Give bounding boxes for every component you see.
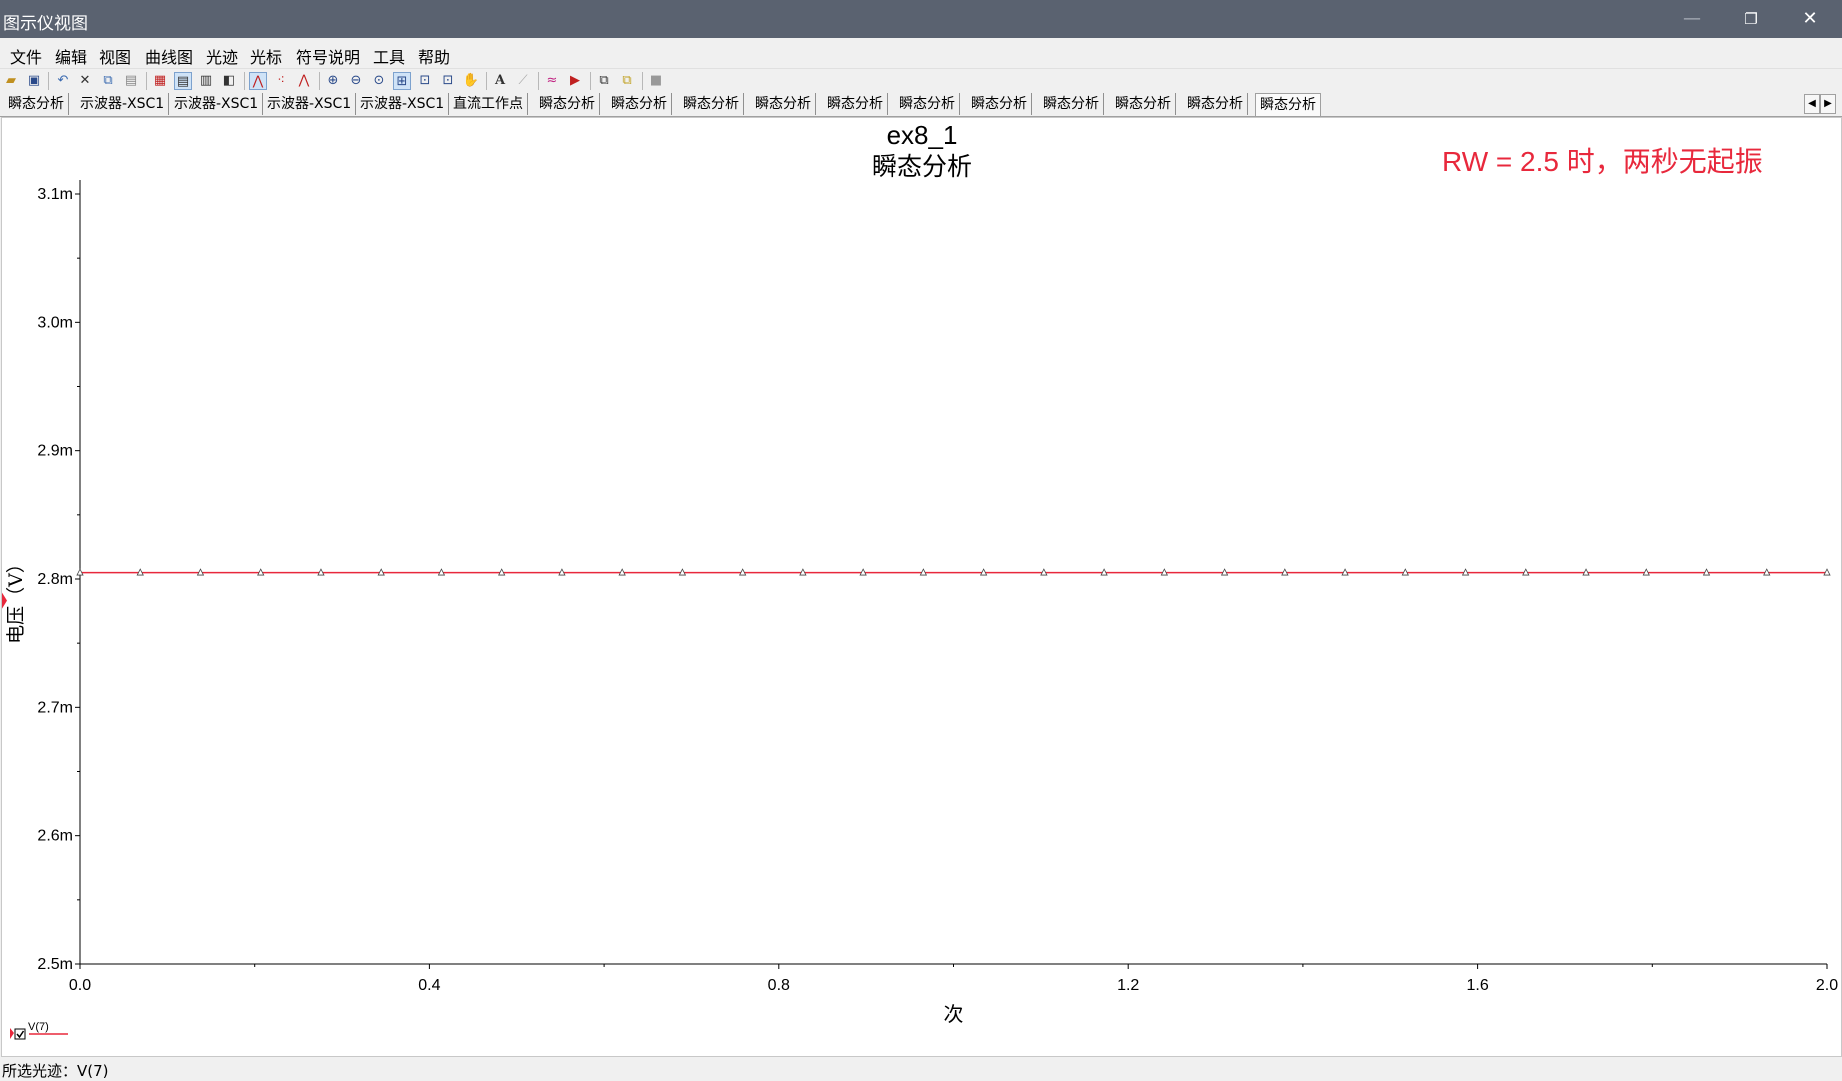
zoom-x-icon[interactable]: ⊡ xyxy=(416,72,434,90)
open-icon[interactable]: ▰ xyxy=(2,72,20,90)
line-label-icon[interactable]: ⟋ xyxy=(514,72,532,90)
title-bar: 图示仪视图 — ❐ ✕ xyxy=(0,0,1842,38)
menu-help[interactable]: 帮助 xyxy=(418,44,450,68)
copy-graph-icon[interactable]: ⧉ xyxy=(595,72,613,90)
reverse-colors-icon[interactable]: ◧ xyxy=(220,72,238,90)
menu-graph[interactable]: 曲线图 xyxy=(145,44,193,68)
zoom-area-icon[interactable]: ⊞ xyxy=(393,72,411,90)
tab-oscilloscope[interactable]: 示波器-XSC1 xyxy=(356,93,450,115)
legend-label: V(7) xyxy=(28,1021,49,1033)
tab-oscilloscope[interactable]: 示波器-XSC1 xyxy=(263,93,357,115)
window-title: 图示仪视图 xyxy=(3,14,88,34)
copy-icon[interactable]: ⧉ xyxy=(99,72,117,90)
y-tick-label: 3.0m xyxy=(37,314,73,331)
paste-icon[interactable]: ▤ xyxy=(122,72,140,90)
tab-transient[interactable]: 瞬态分析 xyxy=(1111,93,1176,115)
tab-transient[interactable]: 瞬态分析 xyxy=(4,93,69,115)
show-lines-icon[interactable]: ⋀ xyxy=(249,72,267,90)
status-bar: 所选光迹：V(7) xyxy=(0,1057,1842,1080)
toolbar-separator xyxy=(48,72,49,90)
transient-chart[interactable]: ex8_1 瞬态分析 RW = 2.5 时，两秒无起振 2.5m 2.6m 2.7m… xyxy=(2,118,1841,1056)
toolbar-separator xyxy=(146,72,147,90)
zoom-fit-icon[interactable]: ⊙ xyxy=(370,72,388,90)
stop-icon[interactable]: ■ xyxy=(647,72,665,90)
x-tick-label: 1.6 xyxy=(1466,977,1488,994)
tab-scroll-right-icon[interactable]: ▶ xyxy=(1820,94,1836,114)
tab-dc-operating-point[interactable]: 直流工作点 xyxy=(449,93,528,115)
tab-transient[interactable]: 瞬态分析 xyxy=(535,93,600,115)
tab-transient[interactable]: 瞬态分析 xyxy=(679,93,744,115)
y-tick-label: 3.1m xyxy=(37,186,73,203)
pan-icon[interactable]: ✋ xyxy=(462,72,480,90)
tab-oscilloscope[interactable]: 示波器-XSC1 xyxy=(170,93,264,115)
tab-transient[interactable]: 瞬态分析 xyxy=(607,93,672,115)
tab-transient[interactable]: 瞬态分析 xyxy=(751,93,816,115)
graph-area[interactable]: ex8_1 瞬态分析 RW = 2.5 时，两秒无起振 2.5m 2.6m 2.7m… xyxy=(1,117,1842,1057)
x-axis-label: 次 xyxy=(944,1002,964,1026)
cut-icon[interactable]: ✕ xyxy=(76,72,94,90)
tab-transient[interactable]: 瞬态分析 xyxy=(823,93,888,115)
zoom-y-icon[interactable]: ⊡ xyxy=(439,72,457,90)
overlay-traces-icon[interactable]: ≈ xyxy=(543,72,561,90)
chart-title: ex8_1 xyxy=(887,120,958,150)
undo-icon[interactable]: ↶ xyxy=(54,72,72,90)
x-tick-label: 2.0 xyxy=(1816,977,1838,994)
tab-transient[interactable]: 瞬态分析 xyxy=(1039,93,1104,115)
export-icon[interactable]: ▶ xyxy=(566,72,584,90)
tab-oscilloscope[interactable]: 示波器-XSC1 xyxy=(76,93,170,115)
tab-transient[interactable]: 瞬态分析 xyxy=(967,93,1032,115)
y-tick-label: 2.7m xyxy=(37,699,73,716)
chart-subtitle: 瞬态分析 xyxy=(872,153,972,181)
paste-graph-icon[interactable]: ⧉ xyxy=(618,72,636,90)
legend-selected-marker xyxy=(10,1028,14,1039)
restore-button[interactable]: ❐ xyxy=(1722,0,1780,38)
show-lines-points-icon[interactable]: ⋀ xyxy=(295,72,313,90)
close-button[interactable]: ✕ xyxy=(1781,0,1839,38)
x-tick-label: 0.4 xyxy=(418,977,440,994)
menu-edit[interactable]: 编辑 xyxy=(55,44,87,68)
y-axis-label: 电压（V） xyxy=(5,554,27,644)
menu-bar: 文件 编辑 视图 曲线图 光迹 光标 符号说明 工具 帮助 xyxy=(0,38,1842,68)
menu-file[interactable]: 文件 xyxy=(10,44,42,68)
zoom-out-icon[interactable]: ⊖ xyxy=(347,72,365,90)
menu-legend[interactable]: 符号说明 xyxy=(296,44,360,68)
show-points-icon[interactable]: ⁖ xyxy=(272,72,290,90)
x-tick-label: 1.2 xyxy=(1117,977,1139,994)
tab-transient[interactable]: 瞬态分析 xyxy=(895,93,960,115)
x-tick-label: 0.0 xyxy=(69,977,91,994)
toolbar-separator xyxy=(642,72,643,90)
toolbar-separator xyxy=(486,72,487,90)
tab-strip: 瞬态分析 示波器-XSC1 示波器-XSC1 示波器-XSC1 示波器-XSC1… xyxy=(0,92,1842,117)
toolbar-separator xyxy=(538,72,539,90)
toolbar: ▰ ▣ ↶ ✕ ⧉ ▤ ▦ ▤ ▥ ◧ ⋀ ⁖ ⋀ ⊕ ⊖ ⊙ ⊞ ⊡ ⊡ ✋ … xyxy=(0,68,1842,93)
menu-view[interactable]: 视图 xyxy=(99,44,131,68)
toolbar-separator xyxy=(590,72,591,90)
annotation-text: RW = 2.5 时，两秒无起振 xyxy=(1442,146,1763,177)
text-label-icon[interactable]: A xyxy=(491,72,509,90)
x-tick-label: 0.8 xyxy=(768,977,790,994)
save-icon[interactable]: ▣ xyxy=(25,72,43,90)
menu-cursor[interactable]: 光标 xyxy=(250,44,282,68)
y-ticks: 2.5m 2.6m 2.7m 2.8m 2.9m 3.0m 3.1m xyxy=(37,186,80,973)
traces[interactable] xyxy=(76,568,1831,576)
menu-trace[interactable]: 光迹 xyxy=(206,44,238,68)
y-tick-label: 2.5m xyxy=(37,956,73,973)
y-tick-label: 2.6m xyxy=(37,828,73,845)
tab-transient[interactable]: 瞬态分析 xyxy=(1183,93,1248,115)
selected-mark-icon[interactable]: ▥ xyxy=(197,72,215,90)
toolbar-separator xyxy=(319,72,320,90)
y-tick-label: 2.8m xyxy=(37,571,73,588)
tab-transient-active[interactable]: 瞬态分析 xyxy=(1255,93,1321,116)
menu-tools[interactable]: 工具 xyxy=(373,44,405,68)
legend-icon[interactable]: ▤ xyxy=(174,72,192,90)
legend[interactable]: V(7) xyxy=(10,1021,68,1040)
y-tick-label: 2.9m xyxy=(37,443,73,460)
status-text: 所选光迹：V(7) xyxy=(2,1062,109,1080)
minimize-button[interactable]: — xyxy=(1663,0,1721,38)
toolbar-separator xyxy=(244,72,245,90)
grid-icon[interactable]: ▦ xyxy=(151,72,169,90)
tab-scroll-left-icon[interactable]: ◀ xyxy=(1804,94,1820,114)
x-ticks: 0.0 0.4 0.8 1.2 1.6 2.0 xyxy=(69,964,1838,994)
zoom-in-icon[interactable]: ⊕ xyxy=(324,72,342,90)
